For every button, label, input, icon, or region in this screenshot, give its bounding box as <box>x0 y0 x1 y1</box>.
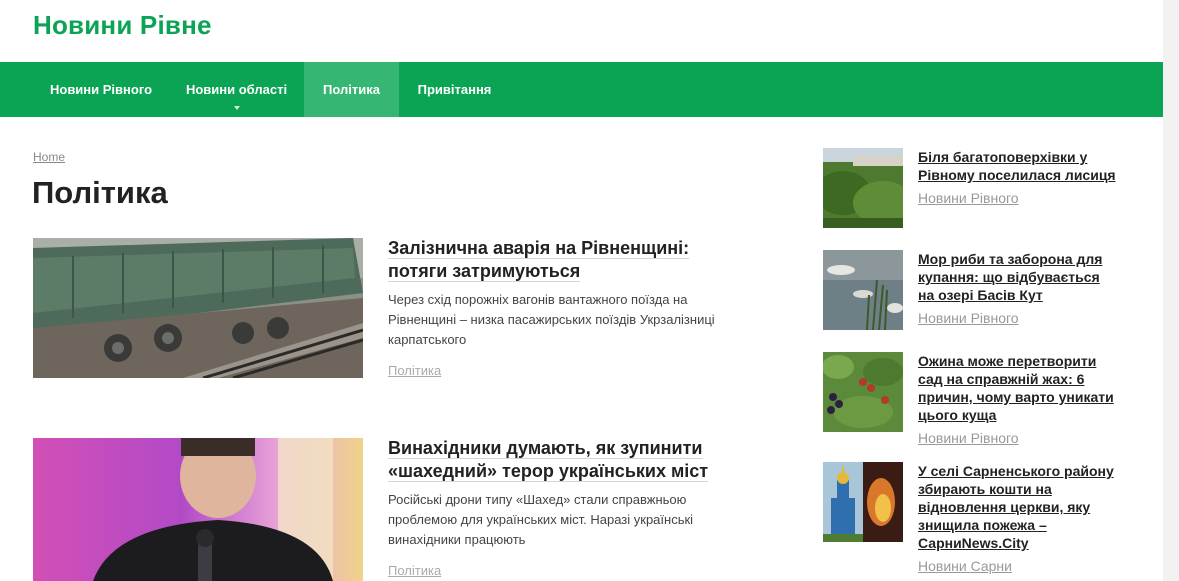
post-category-link[interactable]: Політика <box>388 563 441 578</box>
nav-item-polityka[interactable]: Політика <box>304 62 399 117</box>
post-title-line: «шахедний» терор українських міст <box>388 461 709 482</box>
post-image-railway-accident[interactable] <box>33 238 363 378</box>
excerpt-line: Через схід порожніх вагонів вантажного п… <box>388 292 688 307</box>
excerpt-line: Російські дрони типу «Шахед» стали справ… <box>388 492 687 507</box>
main-nav: Новини Рівного Новини області Політика П… <box>0 62 1163 117</box>
sidebar-title-line: Мор риби та заборона для <box>918 251 1103 267</box>
sidebar-image-blackberry[interactable] <box>823 352 903 432</box>
post-title-line: потяги затримуються <box>388 261 581 282</box>
post-title-shahed-inventors[interactable]: Винахідники думають, як зупинити «шахедн… <box>388 437 728 483</box>
sidebar-title-line: знищила пожежа – <box>918 517 1047 533</box>
post-excerpt-shahed-inventors: Російські дрони типу «Шахед» стали справ… <box>388 490 738 550</box>
sidebar-title-line: на озері Басів Кут <box>918 287 1043 303</box>
breadcrumb-home[interactable]: Home <box>33 150 65 164</box>
sidebar-category-link[interactable]: Новини Рівного <box>918 310 1019 326</box>
sidebar-title-line: Ожина може перетворити <box>918 353 1097 369</box>
sidebar-title-line: У селі Сарненського району <box>918 463 1114 479</box>
excerpt-line: проблемою для українських міст. Наразі у… <box>388 512 694 527</box>
post-excerpt-railway-accident: Через схід порожніх вагонів вантажного п… <box>388 290 738 350</box>
post-title-line: Винахідники думають, як зупинити <box>388 438 703 459</box>
sidebar-title-line: СарниNews.City <box>918 535 1029 551</box>
excerpt-line: Рівненщині – низка пасажирських поїздів … <box>388 312 715 327</box>
nav-item-pryvitannia[interactable]: Привітання <box>399 62 510 117</box>
sidebar-title-line: купання: що відбувається <box>918 269 1100 285</box>
sidebar-title-line: причин, чому варто уникати <box>918 389 1114 405</box>
sidebar-category-link[interactable]: Новини Сарни <box>918 558 1012 574</box>
page-title: Політика <box>32 175 168 210</box>
sidebar-title-line: цього куща <box>918 407 997 423</box>
nav-item-novyny-oblasti[interactable]: Новини області <box>169 62 304 117</box>
page-scroll-gutter <box>1163 0 1179 581</box>
sidebar-title-fish[interactable]: Мор риби та заборона для купання: що від… <box>918 250 1128 304</box>
sidebar-title-line: збирають кошти на <box>918 481 1052 497</box>
nav-item-novyny-rivnoho[interactable]: Новини Рівного <box>33 62 169 117</box>
chevron-down-icon <box>233 106 240 110</box>
sidebar-title-blackberry[interactable]: Ожина може перетворити сад на справжній … <box>918 352 1128 424</box>
sidebar-title-line: відновлення церкви, яку <box>918 499 1091 515</box>
post-title-line: Залізнична аварія на Рівненщині: <box>388 238 690 259</box>
excerpt-line: карпатського <box>388 332 467 347</box>
excerpt-line: винахідники працюють <box>388 532 526 547</box>
sidebar-image-fox[interactable] <box>823 148 903 228</box>
sidebar-title-line: Рівному поселилася лисиця <box>918 167 1116 183</box>
sidebar-image-church[interactable] <box>823 462 903 542</box>
post-category-link[interactable]: Політика <box>388 363 441 378</box>
sidebar-title-fox[interactable]: Біля багатоповерхівки у Рівному поселила… <box>918 148 1128 184</box>
sidebar-title-church[interactable]: У селі Сарненського району збирають кошт… <box>918 462 1128 552</box>
sidebar-title-line: сад на справжній жах: 6 <box>918 371 1085 387</box>
nav-item-label: Новини області <box>185 82 288 97</box>
sidebar-category-link[interactable]: Новини Рівного <box>918 190 1019 206</box>
post-title-railway-accident[interactable]: Залізнична аварія на Рівненщині: потяги … <box>388 237 718 283</box>
post-image-shahed-inventors[interactable] <box>33 438 363 581</box>
sidebar-category-link[interactable]: Новини Рівного <box>918 430 1019 446</box>
site-logo[interactable]: Новини Рівне <box>33 10 212 41</box>
sidebar-image-fish[interactable] <box>823 250 903 330</box>
sidebar-title-line: Біля багатоповерхівки у <box>918 149 1088 165</box>
